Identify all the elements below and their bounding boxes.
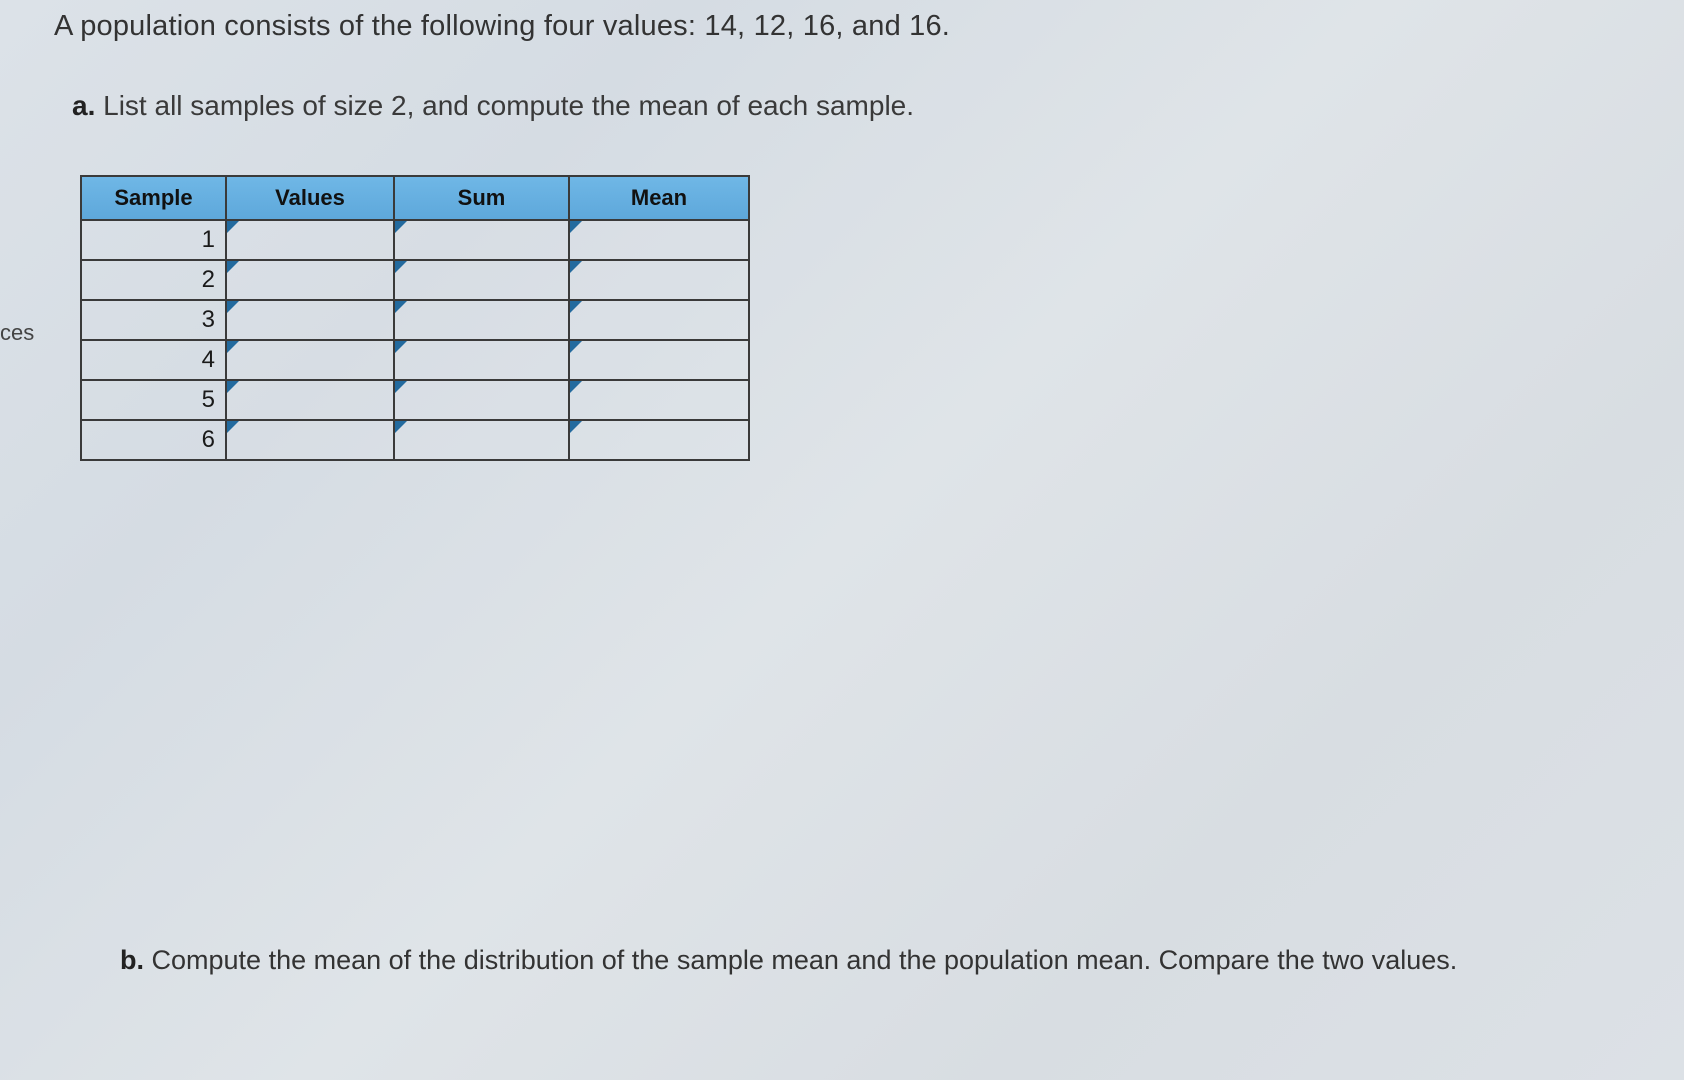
input-flag-icon xyxy=(227,221,239,233)
part-b-text: Compute the mean of the distribution of … xyxy=(152,945,1458,975)
header-mean: Mean xyxy=(569,176,749,220)
cell-values-5[interactable] xyxy=(226,380,394,420)
cell-mean-2[interactable] xyxy=(569,260,749,300)
input-flag-icon xyxy=(395,341,407,353)
cell-mean-3[interactable] xyxy=(569,300,749,340)
table-row: 4 xyxy=(81,340,749,380)
input-flag-icon xyxy=(227,261,239,273)
cell-values-4[interactable] xyxy=(226,340,394,380)
input-flag-icon xyxy=(227,421,239,433)
table-header-row: Sample Values Sum Mean xyxy=(81,176,749,220)
cell-sample-5: 5 xyxy=(81,380,226,420)
input-flag-icon xyxy=(570,341,582,353)
cell-sum-6[interactable] xyxy=(394,420,569,460)
input-flag-icon xyxy=(570,221,582,233)
cell-sum-1[interactable] xyxy=(394,220,569,260)
input-flag-icon xyxy=(395,421,407,433)
table-row: 6 xyxy=(81,420,749,460)
input-flag-icon xyxy=(227,341,239,353)
cell-sum-5[interactable] xyxy=(394,380,569,420)
samples-table: Sample Values Sum Mean 1 2 3 xyxy=(80,175,750,461)
header-sample: Sample xyxy=(81,176,226,220)
cell-mean-4[interactable] xyxy=(569,340,749,380)
cell-mean-6[interactable] xyxy=(569,420,749,460)
part-b-prompt: b. Compute the mean of the distribution … xyxy=(120,945,1457,976)
cutoff-text: ces xyxy=(0,320,34,346)
part-b-label: b. xyxy=(120,945,144,975)
input-flag-icon xyxy=(395,261,407,273)
cell-values-3[interactable] xyxy=(226,300,394,340)
cell-values-1[interactable] xyxy=(226,220,394,260)
cell-mean-1[interactable] xyxy=(569,220,749,260)
part-a-prompt: a. List all samples of size 2, and compu… xyxy=(72,90,914,122)
header-sum: Sum xyxy=(394,176,569,220)
part-a-text: List all samples of size 2, and compute … xyxy=(103,90,914,121)
cell-mean-5[interactable] xyxy=(569,380,749,420)
cell-sum-3[interactable] xyxy=(394,300,569,340)
input-flag-icon xyxy=(395,301,407,313)
part-a-label: a. xyxy=(72,90,95,121)
cell-sample-1: 1 xyxy=(81,220,226,260)
table-row: 2 xyxy=(81,260,749,300)
input-flag-icon xyxy=(570,381,582,393)
header-values: Values xyxy=(226,176,394,220)
input-flag-icon xyxy=(395,221,407,233)
input-flag-icon xyxy=(570,421,582,433)
input-flag-icon xyxy=(395,381,407,393)
cell-sample-2: 2 xyxy=(81,260,226,300)
table-row: 5 xyxy=(81,380,749,420)
input-flag-icon xyxy=(227,381,239,393)
cell-sample-6: 6 xyxy=(81,420,226,460)
cell-sum-2[interactable] xyxy=(394,260,569,300)
cell-sum-4[interactable] xyxy=(394,340,569,380)
table-row: 3 xyxy=(81,300,749,340)
table-row: 1 xyxy=(81,220,749,260)
input-flag-icon xyxy=(570,261,582,273)
cell-sample-3: 3 xyxy=(81,300,226,340)
input-flag-icon xyxy=(227,301,239,313)
problem-statement: A population consists of the following f… xyxy=(54,10,950,43)
cell-values-2[interactable] xyxy=(226,260,394,300)
cell-sample-4: 4 xyxy=(81,340,226,380)
cell-values-6[interactable] xyxy=(226,420,394,460)
question-page: ces A population consists of the followi… xyxy=(0,0,1684,1080)
input-flag-icon xyxy=(570,301,582,313)
